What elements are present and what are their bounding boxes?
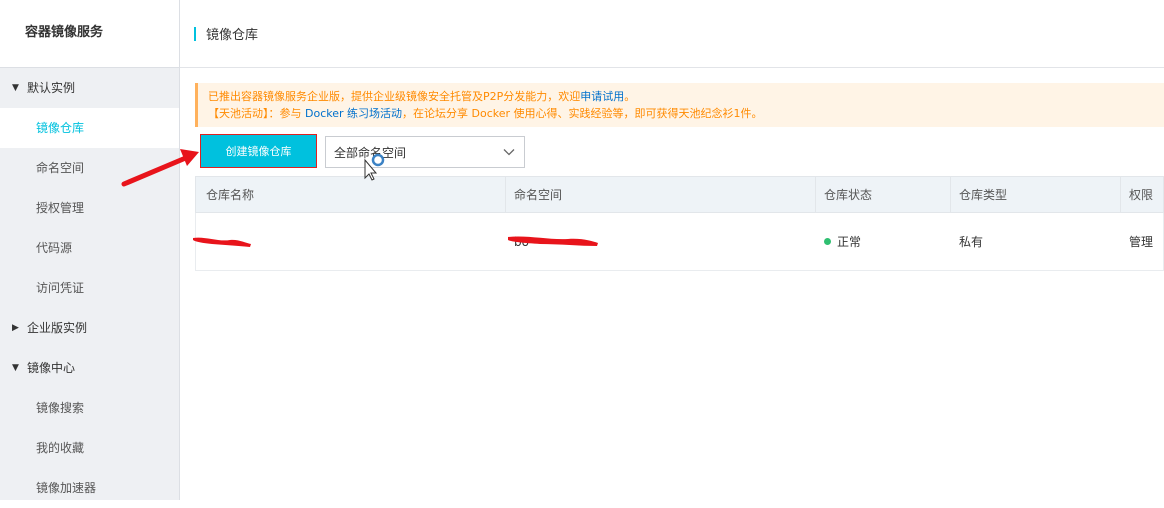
- header-accent-bar: [194, 26, 196, 41]
- notice-banner: 已推出容器镜像服务企业版，提供企业级镜像安全托管及P2P分发能力，欢迎申请试用。…: [195, 83, 1164, 127]
- main-content: 镜像仓库 已推出容器镜像服务企业版，提供企业级镜像安全托管及P2P分发能力，欢迎…: [180, 0, 1164, 500]
- notice-period: 。: [624, 90, 636, 103]
- type-text: 私有: [959, 235, 984, 249]
- cell-status: 正常: [816, 213, 951, 270]
- nav-group-label: 默认实例: [27, 81, 76, 95]
- nav-group-label: 镜像中心: [27, 361, 76, 375]
- column-header-namespace: 命名空间: [506, 177, 816, 212]
- cell-namespace: bo: [506, 213, 816, 270]
- sidebar-item-repositories[interactable]: 镜像仓库: [0, 108, 179, 148]
- repository-table: 仓库名称 命名空间 仓库状态 仓库类型 权限 bo 正常 私有 管理: [195, 176, 1164, 271]
- table-row[interactable]: bo 正常 私有 管理: [195, 213, 1164, 271]
- notice-text: ，在论坛分享 Docker 使用心得、实践经验等，即可获得天池纪念衫1件。: [402, 107, 763, 120]
- sidebar-item-accelerator[interactable]: 镜像加速器: [0, 468, 179, 508]
- cell-repo-name[interactable]: [196, 213, 506, 270]
- column-header-name: 仓库名称: [196, 177, 506, 212]
- docker-activity-link[interactable]: Docker 练习场活动: [305, 107, 402, 120]
- nav-group-image-center[interactable]: ▼ 镜像中心: [0, 348, 179, 388]
- page-header: 镜像仓库: [180, 0, 1164, 68]
- notice-line-2: 【天池活动】：参与 Docker 练习场活动，在论坛分享 Docker 使用心得…: [208, 105, 1164, 122]
- namespace-select[interactable]: 全部命名空间: [325, 136, 525, 168]
- apply-trial-link[interactable]: 申请试用: [580, 90, 624, 103]
- nav-group-label: 企业版实例: [27, 321, 88, 335]
- manage-link[interactable]: 管理: [1129, 233, 1153, 250]
- nav-group-default-instance[interactable]: ▼ 默认实例: [0, 68, 179, 108]
- notice-line-1: 已推出容器镜像服务企业版，提供企业级镜像安全托管及P2P分发能力，欢迎申请试用。: [208, 88, 1164, 105]
- nav-group-enterprise-instance[interactable]: ▶ 企业版实例: [0, 308, 179, 348]
- create-repository-button[interactable]: 创建镜像仓库: [200, 134, 317, 168]
- column-header-status: 仓库状态: [816, 177, 951, 212]
- page-title: 镜像仓库: [206, 28, 259, 43]
- sidebar-item-access-credentials[interactable]: 访问凭证: [0, 268, 179, 308]
- sidebar-item-authorization[interactable]: 授权管理: [0, 188, 179, 228]
- column-header-type: 仓库类型: [951, 177, 1121, 212]
- status-dot-icon: [824, 238, 831, 245]
- caret-right-icon: ▶: [12, 323, 19, 333]
- cell-permission[interactable]: 管理: [1121, 213, 1163, 270]
- sidebar-item-namespaces[interactable]: 命名空间: [0, 148, 179, 188]
- sidebar: 容器镜像服务 ▼ 默认实例 镜像仓库 命名空间 授权管理 代码源 访问凭证 ▶ …: [0, 0, 180, 500]
- sidebar-item-image-search[interactable]: 镜像搜索: [0, 388, 179, 428]
- table-header: 仓库名称 命名空间 仓库状态 仓库类型 权限: [195, 176, 1164, 213]
- notice-prefix: 【天池活动】：参与: [208, 107, 302, 120]
- namespace-select-value: 全部命名空间: [334, 145, 407, 160]
- sidebar-title: 容器镜像服务: [0, 0, 179, 68]
- caret-down-icon: ▼: [12, 83, 19, 93]
- sidebar-item-favorites[interactable]: 我的收藏: [0, 428, 179, 468]
- namespace-text: bo: [514, 234, 529, 249]
- notice-text: 已推出容器镜像服务企业版，提供企业级镜像安全托管及P2P分发能力，欢迎: [208, 90, 581, 103]
- cell-type: 私有: [951, 213, 1121, 270]
- sidebar-item-code-source[interactable]: 代码源: [0, 228, 179, 268]
- status-text: 正常: [837, 235, 862, 249]
- chevron-down-icon: [503, 149, 515, 156]
- column-header-permission: 权限: [1129, 188, 1154, 202]
- caret-down-icon: ▼: [12, 363, 19, 373]
